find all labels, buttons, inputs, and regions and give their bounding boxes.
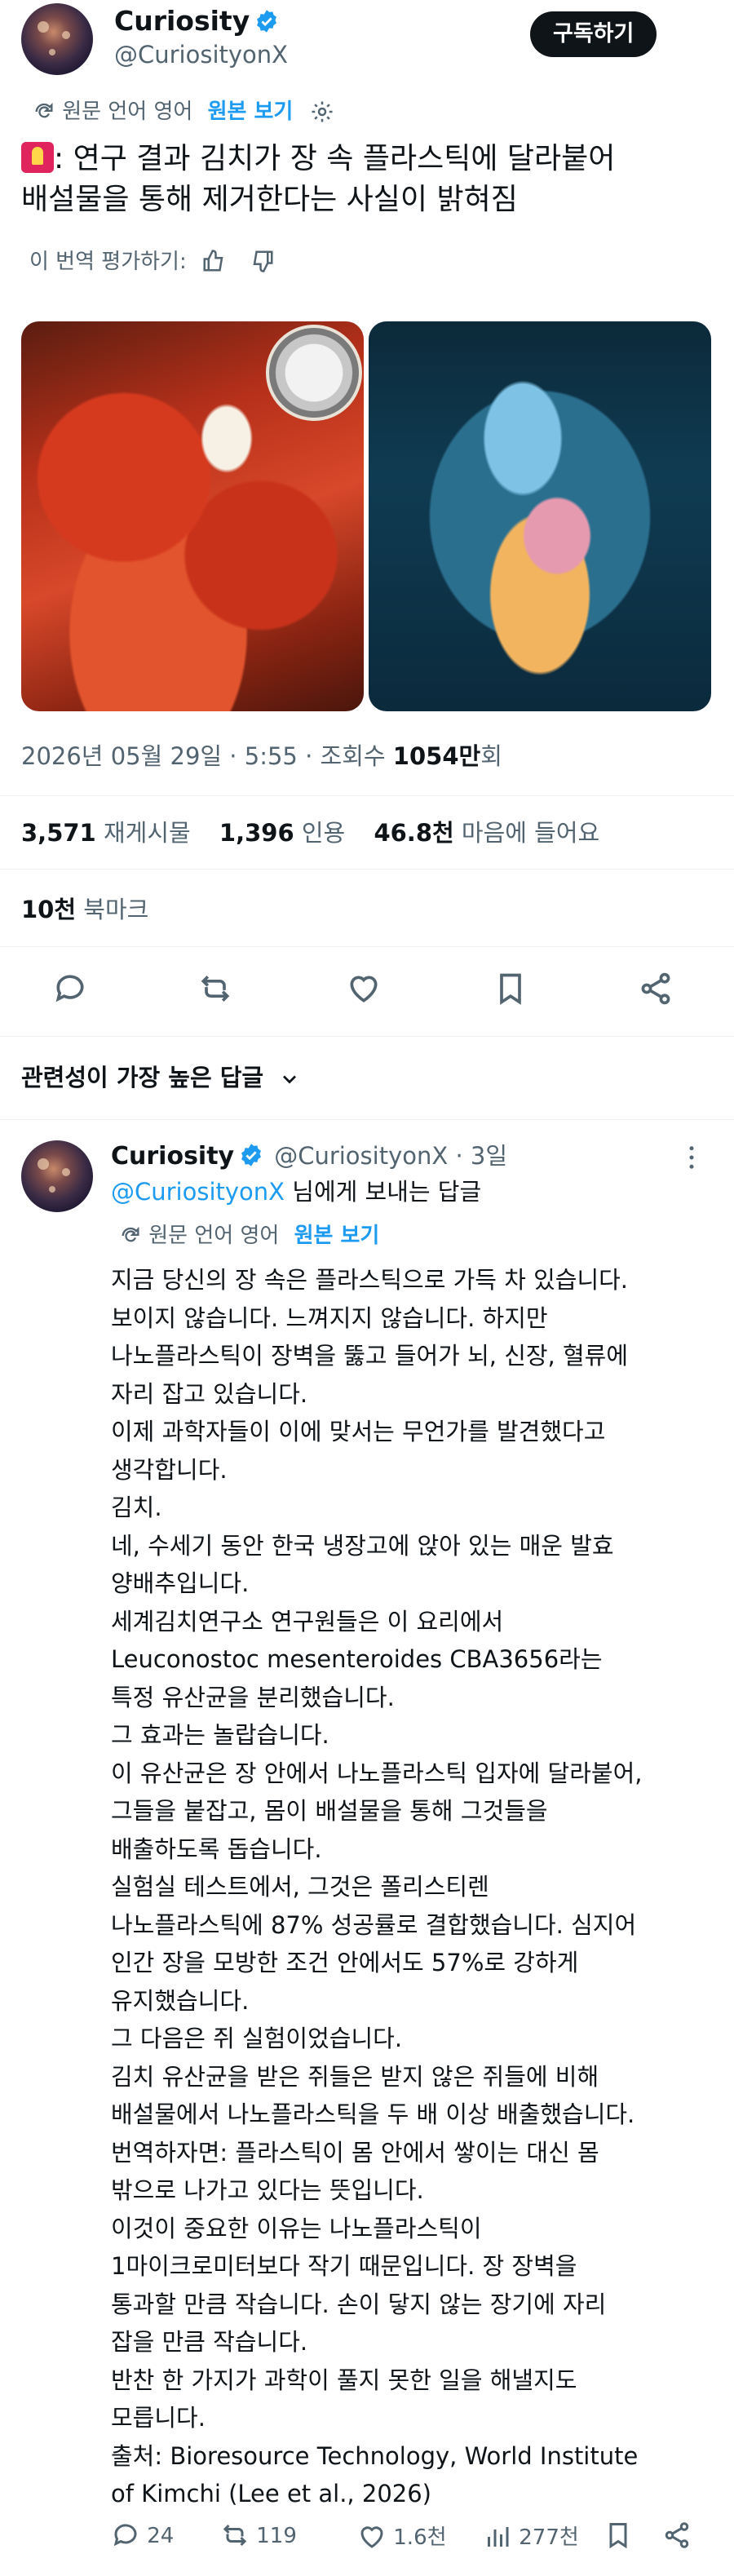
replies-sort-dropdown[interactable]: 관련성이 가장 높은 답글 [21,1059,301,1093]
reply-show-original-link[interactable]: 원본 보기 [294,1224,380,1248]
reply-reposts-button[interactable]: 119 [220,2521,297,2550]
show-original-link[interactable]: 원본 보기 [208,100,294,124]
verified-badge-icon [257,10,277,33]
quotes-count[interactable]: 1,396 인용 [219,819,345,847]
bookmarks-count[interactable]: 10천 북마크 [21,891,148,925]
translation-notice: 원문 언어 영어 원본 보기 [33,95,334,125]
translate-icon [35,103,53,118]
reply-icon [113,2524,137,2547]
bookmark-icon [609,2523,627,2549]
reposts-count[interactable]: 3,571 재게시물 [21,819,191,847]
divider [0,869,734,870]
kimchi-image[interactable] [21,321,364,711]
author-name[interactable]: Curiosity [114,5,279,37]
reply-header: Curiosity @CuriosityonX · 3일 [111,1137,507,1171]
post-timestamp-views: 2026년 05월 29일 · 5:55 · 조회수 1054만회 [21,742,502,770]
reply-body-text: 지금 당신의 장 속은 플라스틱으로 가득 차 있습니다. 보이지 않습니다. … [111,1266,643,2507]
reply-to-handle[interactable]: @CuriosityonX [111,1178,285,1206]
reply-replies-button[interactable]: 24 [111,2521,174,2550]
thumbs-down-icon[interactable] [250,249,275,273]
author-handle[interactable]: @CuriosityonX [114,41,288,69]
divider [0,946,734,947]
repost-icon[interactable] [197,971,233,1007]
like-icon [360,2526,383,2548]
reply-action-bar: 24 119 1.6천 277천 [111,2521,714,2553]
subscribe-button[interactable]: 구독하기 [530,11,657,57]
author-avatar[interactable] [21,3,93,75]
divider [0,1119,734,1120]
reply-author-avatar[interactable] [21,1140,93,1212]
reply-author-handle[interactable]: @CuriosityonX · 3일 [274,1142,507,1170]
reply-translation-notice: 원문 언어 영어 원본 보기 [119,1219,379,1249]
reply-bookmark-button[interactable] [604,2521,633,2550]
post-headline: : 연구 결과 김치가 장 속 플라스틱에 달라붙어 배설물을 통해 제거한다는… [21,142,616,216]
reply-views-button[interactable]: 277천 [483,2521,579,2552]
divider [0,1036,734,1037]
rate-translation: 이 번역 평가하기: [29,245,275,275]
repost-icon [223,2524,247,2547]
views-chart-icon [488,2527,509,2547]
translate-icon [122,1227,139,1242]
divider [0,795,734,796]
reply-share-button[interactable] [662,2521,692,2550]
engagement-stats: 3,571 재게시물 1,396 인용 46.8천 마음에 들어요 [21,814,599,848]
verified-badge-icon [241,1144,262,1166]
reply-author-name[interactable]: Curiosity [111,1142,234,1171]
siren-emoji-icon [21,142,54,173]
chevron-down-icon [283,1075,297,1084]
thumbs-up-icon[interactable] [201,249,226,273]
magnifier-graphic [266,325,362,421]
likes-count[interactable]: 46.8천 마음에 들어요 [374,819,599,847]
share-icon [665,2522,689,2548]
reply-icon[interactable] [52,971,88,1007]
like-icon[interactable] [346,971,382,1007]
gear-icon[interactable] [310,100,334,124]
gut-illustration-image[interactable] [369,321,711,711]
bookmark-icon[interactable] [493,971,528,1007]
share-icon[interactable] [638,971,674,1007]
replying-to: @CuriosityonX 님에게 보내는 답글 [111,1178,482,1206]
reply-likes-button[interactable]: 1.6천 [357,2521,447,2552]
more-options-icon[interactable] [688,1145,698,1171]
